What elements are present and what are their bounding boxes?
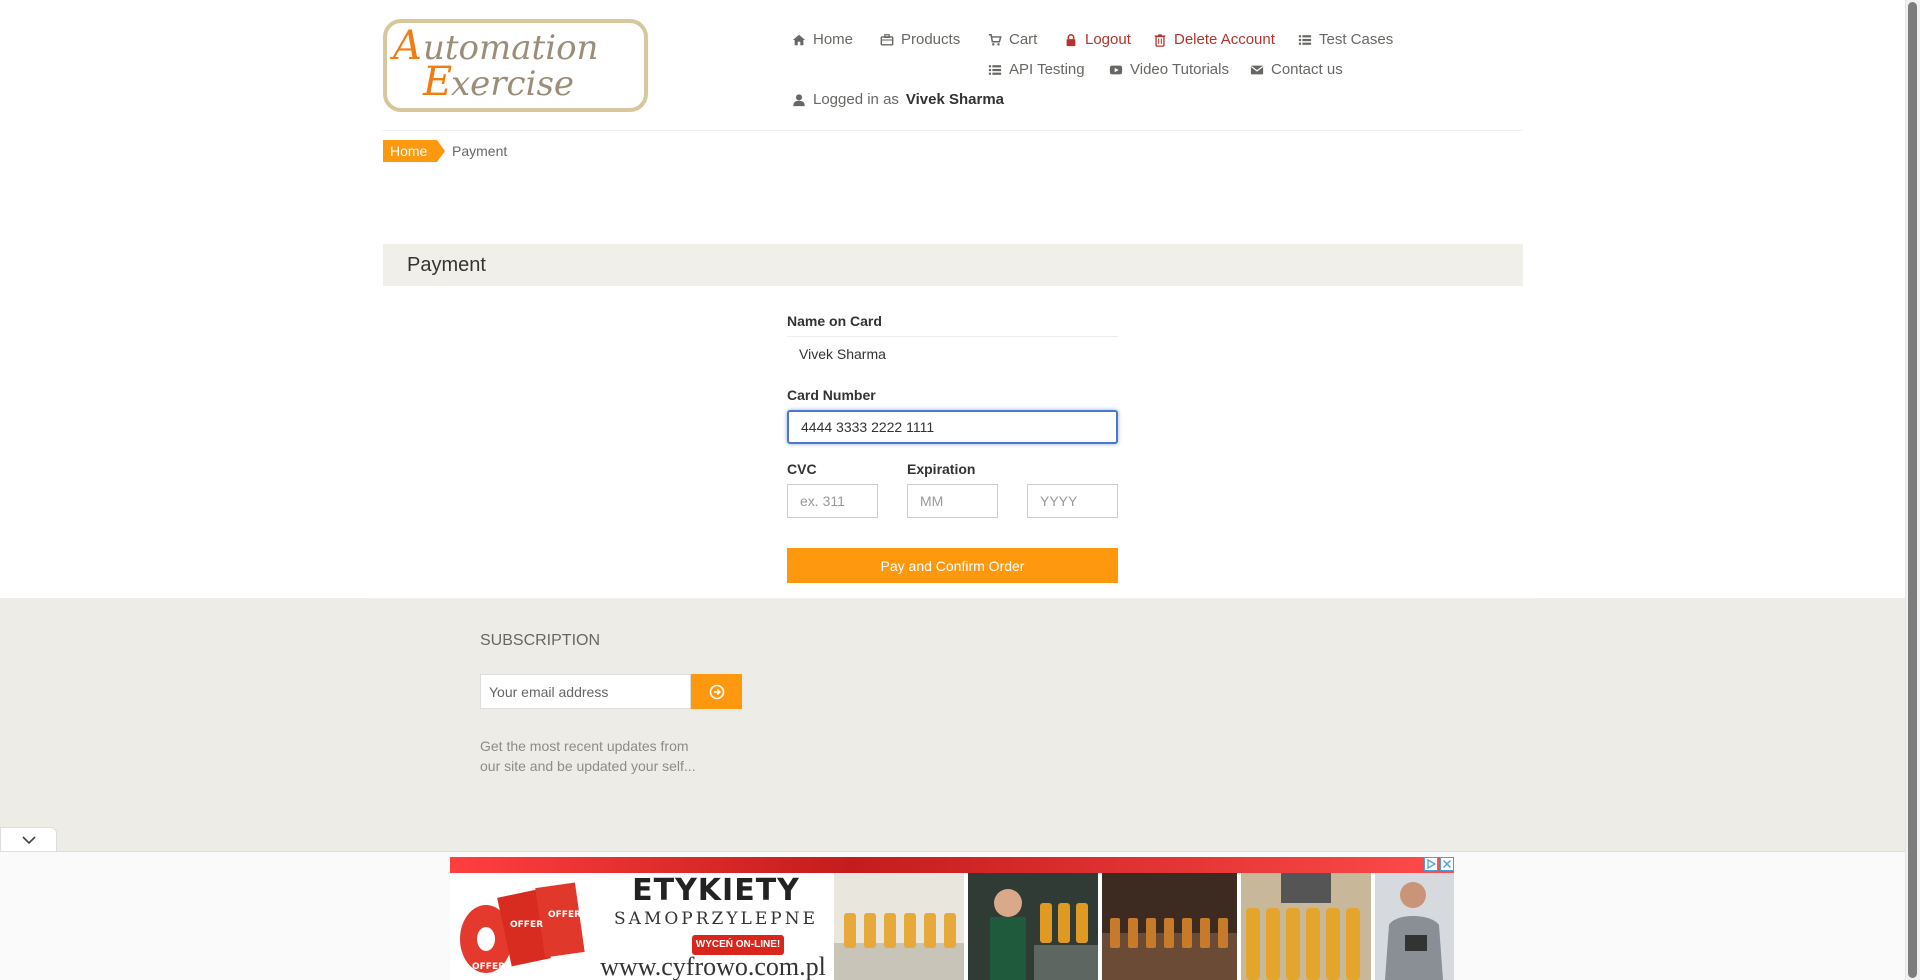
header-divider xyxy=(383,130,1523,131)
roll-label-text: OFFER xyxy=(510,920,543,930)
ad-controls xyxy=(1424,857,1454,871)
logged-in-status: Logged in as Vivek Sharma xyxy=(792,91,1004,108)
technician-photo xyxy=(1375,873,1454,980)
arrow-circle-right-icon xyxy=(709,684,724,699)
nav-contact-us[interactable]: Contact us xyxy=(1250,61,1343,78)
nav-home-label: Home xyxy=(813,31,854,48)
nav-video-tutorials[interactable]: Video Tutorials xyxy=(1109,61,1229,78)
nav-test-cases-label: Test Cases xyxy=(1319,31,1394,48)
ad-title: ETYKIETY xyxy=(632,873,800,908)
pay-and-confirm-button[interactable]: Pay and Confirm Order xyxy=(787,548,1118,583)
logo-graphic: A utomation E xercise xyxy=(389,23,598,105)
label-rolls-image: OFFER OFFER OFFER xyxy=(460,882,585,973)
site-logo[interactable]: A utomation E xercise xyxy=(383,19,648,112)
nav-delete-account-label: Delete Account xyxy=(1174,31,1275,48)
cvc-label: CVC xyxy=(787,461,817,477)
nav-home[interactable]: Home xyxy=(792,31,853,48)
worker-photo xyxy=(968,873,1098,980)
nav-products[interactable]: Products xyxy=(880,31,960,48)
bottle-line-photo xyxy=(834,873,964,980)
home-icon xyxy=(792,34,806,45)
cart-icon xyxy=(988,33,1002,46)
user-icon xyxy=(793,93,805,106)
ad-banner[interactable]: OFFER OFFER OFFER ETYKIETY SAMOPRZYLEPNE… xyxy=(450,857,1454,980)
roll-label-text: OFFER xyxy=(472,962,505,972)
scrollbar-thumb[interactable] xyxy=(1908,2,1917,978)
page: A utomation E xercise Home Products Cart… xyxy=(0,0,1920,980)
expiry-year-input[interactable] xyxy=(1027,484,1118,518)
nav-test-cases[interactable]: Test Cases xyxy=(1298,31,1393,48)
nav-products-label: Products xyxy=(901,31,961,48)
subscription-email-input[interactable] xyxy=(480,674,691,709)
briefcase-icon xyxy=(880,33,894,46)
nav-logout[interactable]: Logout xyxy=(1064,31,1131,48)
lock-icon xyxy=(1066,33,1076,46)
ad-subtitle: SAMOPRZYLEPNE xyxy=(614,909,818,929)
page-title: Payment xyxy=(407,254,486,276)
subscription-title: SUBSCRIPTION xyxy=(480,632,601,649)
youtube-icon xyxy=(1109,65,1123,74)
envelope-icon xyxy=(1250,65,1264,74)
roll-label-text: OFFER xyxy=(548,910,581,920)
breadcrumb-current: Payment xyxy=(452,143,508,159)
card-number-label: Card Number xyxy=(787,387,876,403)
svg-text:xercise: xercise xyxy=(451,64,574,104)
ad-stripe xyxy=(450,857,1454,873)
payment-heading-bar: Payment xyxy=(383,244,1523,286)
expiry-month-input[interactable] xyxy=(907,484,998,518)
close-icon xyxy=(1443,860,1451,868)
card-number-input[interactable] xyxy=(787,410,1118,444)
adchoices-button[interactable] xyxy=(1424,857,1438,871)
list-icon xyxy=(1298,34,1312,45)
adchoices-icon xyxy=(1427,859,1436,869)
bottles-closeup-photo xyxy=(1241,873,1371,980)
ad-url: www.cyfrowo.com.pl xyxy=(600,952,826,980)
cvc-input[interactable] xyxy=(787,484,878,518)
ad-close-button[interactable] xyxy=(1440,857,1454,871)
chevron-down-icon xyxy=(21,835,36,844)
nav-contact-us-label: Contact us xyxy=(1271,61,1343,78)
subscription-description: Get the most recent updates from our sit… xyxy=(480,738,696,774)
breadcrumb-home[interactable]: Home xyxy=(383,140,446,162)
expiration-label: Expiration xyxy=(907,461,976,477)
logged-in-prefix: Logged in as xyxy=(813,91,899,108)
nav-api-testing[interactable]: API Testing xyxy=(988,61,1085,78)
nav-cart-label: Cart xyxy=(1009,31,1038,48)
nav-delete-account[interactable]: Delete Account xyxy=(1153,31,1275,48)
logged-in-username: Vivek Sharma xyxy=(905,91,1005,108)
list-icon xyxy=(988,64,1002,75)
nav-cart[interactable]: Cart xyxy=(988,31,1037,48)
production-line-photo xyxy=(1102,873,1237,980)
nav-video-tutorials-label: Video Tutorials xyxy=(1130,61,1229,78)
svg-text:A: A xyxy=(389,23,422,69)
nav-api-testing-label: API Testing xyxy=(1009,61,1085,78)
nav-logout-label: Logout xyxy=(1085,31,1131,48)
subscribe-button[interactable] xyxy=(691,674,742,709)
svg-text:E: E xyxy=(422,59,452,105)
trash-icon xyxy=(1154,33,1166,47)
ad-collapse-tab[interactable] xyxy=(0,827,57,851)
name-on-card-input[interactable] xyxy=(787,336,1118,370)
footer-divider xyxy=(368,598,1538,599)
name-on-card-label: Name on Card xyxy=(787,313,882,329)
